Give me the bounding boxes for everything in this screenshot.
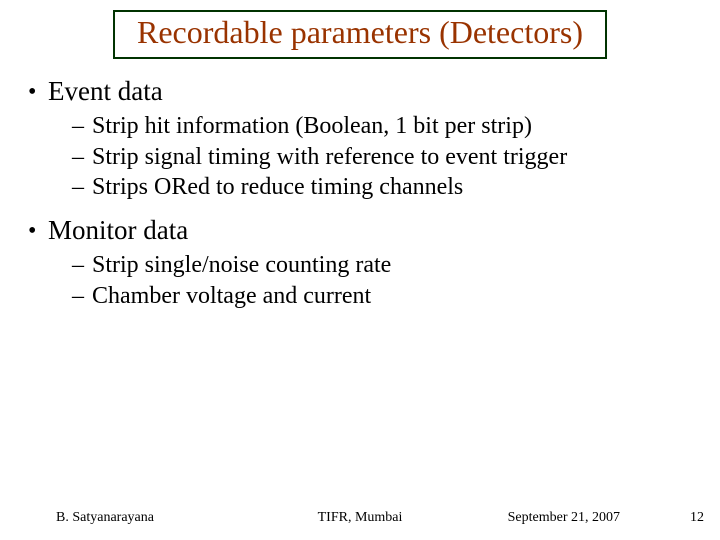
bullet-monitor-data: Monitor data Strip single/noise counting…	[24, 215, 696, 311]
sub-bullet: Chamber voltage and current	[48, 281, 696, 312]
sub-bullet: Strip single/noise counting rate	[48, 250, 696, 281]
footer-author: B. Satyanarayana	[56, 510, 154, 526]
slide-content: Event data Strip hit information (Boolea…	[24, 76, 696, 324]
sub-bullet: Strip hit information (Boolean, 1 bit pe…	[48, 111, 696, 142]
bullet-event-data: Event data Strip hit information (Boolea…	[24, 76, 696, 203]
bullet-label: Monitor data	[48, 215, 188, 245]
footer-org: TIFR, Mumbai	[318, 510, 403, 526]
title-box: Recordable parameters (Detectors)	[113, 10, 607, 59]
sub-bullet: Strip signal timing with reference to ev…	[48, 142, 696, 173]
footer-date: September 21, 2007	[508, 510, 620, 526]
slide-title: Recordable parameters (Detectors)	[137, 14, 583, 50]
slide: Recordable parameters (Detectors) Event …	[0, 0, 720, 540]
footer-page-number: 12	[690, 510, 704, 526]
bullet-label: Event data	[48, 76, 163, 106]
sub-bullet: Strips ORed to reduce timing channels	[48, 172, 696, 203]
